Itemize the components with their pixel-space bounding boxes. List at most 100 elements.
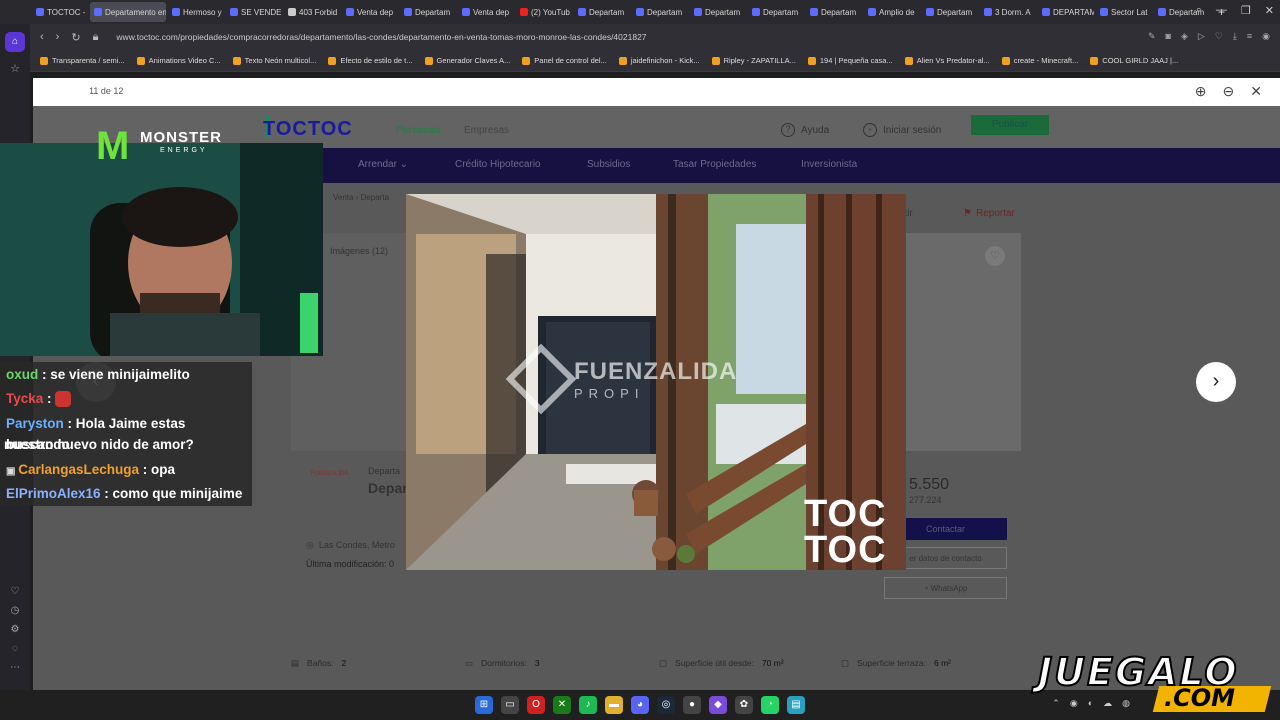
xbox-icon[interactable]: ✕ <box>553 696 571 714</box>
folder-icon[interactable]: ▬ <box>605 696 623 714</box>
browser-tab[interactable]: (2) YouTub <box>516 2 572 22</box>
browser-tab[interactable]: Departam <box>574 2 630 22</box>
shield-icon[interactable]: ◈ <box>1181 31 1188 42</box>
browser-tab[interactable]: Departam <box>632 2 688 22</box>
toctoc-favicon-icon <box>404 8 412 16</box>
browser-tab[interactable]: Departam <box>400 2 456 22</box>
play-icon[interactable]: ▷ <box>1198 31 1205 42</box>
monster-logo: M MONSTER ENERGY <box>96 117 236 175</box>
close-lightbox-icon[interactable]: ✕ <box>1250 83 1262 100</box>
nav-empresas[interactable]: Empresas <box>464 125 509 136</box>
more-icon[interactable]: ⋯ <box>10 662 20 673</box>
toctoc-favicon-icon <box>694 8 702 16</box>
tab-label: 403 Forbid <box>299 7 338 17</box>
bookmark-item[interactable]: Animations Video C... <box>136 56 221 65</box>
edit-icon[interactable]: ✎ <box>1148 31 1156 42</box>
profile-icon[interactable]: ◉ <box>1262 31 1270 42</box>
browser-tab[interactable]: Venta dep <box>458 2 514 22</box>
back-icon[interactable]: ‹ <box>40 31 44 43</box>
browser-tab[interactable]: SE VENDE <box>226 2 282 22</box>
menu-icon[interactable]: ≡ <box>1247 31 1252 42</box>
bookmark-item[interactable]: 194 | Pequeña casa... <box>807 56 893 65</box>
heart-bookmark-icon[interactable]: ♡ <box>1215 31 1223 42</box>
nav-inversionista[interactable]: Inversionista <box>801 159 857 170</box>
bookmark-item[interactable]: Ripley - ZAPATILLA... <box>711 56 796 65</box>
browser-tab[interactable]: DEPARTAM <box>1038 2 1094 22</box>
images-count[interactable]: Imágenes (12) <box>330 246 388 256</box>
publish-button[interactable]: Publicar <box>971 115 1049 135</box>
heart-icon[interactable]: ♡ <box>11 586 20 597</box>
history-icon[interactable]: ◷ <box>11 605 20 616</box>
browser-tab[interactable]: Departam <box>690 2 746 22</box>
browser-tab[interactable]: Departam <box>806 2 862 22</box>
opera-icon[interactable]: O <box>527 696 545 714</box>
nav-arrendar[interactable]: Arrendar ⌄ <box>358 159 408 170</box>
site-logo[interactable]: TOCTOC <box>263 118 353 141</box>
report-link[interactable]: ⚑ Reportar <box>963 208 1015 219</box>
bookmark-item[interactable]: Transparenta / semi... <box>40 56 125 65</box>
spotify-icon[interactable]: ♪ <box>579 696 597 714</box>
steam-icon[interactable]: ◎ <box>657 696 675 714</box>
nav-credito[interactable]: Crédito Hipotecario <box>455 159 541 170</box>
bookmark-label: Texto Neón multicol... <box>244 56 317 65</box>
help-link[interactable]: ? Ayuda <box>781 123 829 137</box>
close-window-button[interactable]: ✕ <box>1265 4 1274 17</box>
bookmark-item[interactable]: COOL GIRLD JAAJ |... <box>1090 56 1178 65</box>
browser-tab[interactable]: 403 Forbid <box>284 2 340 22</box>
bookmark-item[interactable]: Panel de control del... <box>522 56 607 65</box>
search-tabs-icon[interactable]: ⌕ <box>1196 4 1202 17</box>
camera-icon[interactable]: ◙ <box>1166 31 1171 42</box>
forward-icon[interactable]: › <box>56 31 60 43</box>
bookmark-label: create - Minecraft... <box>1013 56 1079 65</box>
bookmark-item[interactable]: Texto Neón multicol... <box>232 56 317 65</box>
maximize-button[interactable]: ❐ <box>1241 4 1251 17</box>
obs-icon[interactable]: ● <box>683 696 701 714</box>
zoom-in-icon[interactable]: ⊕ <box>1195 83 1207 100</box>
bookmark-label: Animations Video C... <box>148 56 221 65</box>
task-view-icon[interactable]: ▭ <box>501 696 519 714</box>
browser-tab[interactable]: Departamento en <box>90 2 166 22</box>
whatsapp-button[interactable]: ◔ WhatsApp <box>884 577 1007 599</box>
browser-tab[interactable]: TOCTOC - <box>32 2 88 22</box>
minimize-button[interactable]: — <box>1216 4 1227 17</box>
breadcrumb[interactable]: Venta › Departa <box>333 193 389 202</box>
chatgpt-icon[interactable]: ✿ <box>735 696 753 714</box>
bookmark-favicon-icon <box>618 56 627 65</box>
next-image-button[interactable]: › <box>1196 362 1236 402</box>
favorite-icon[interactable]: ♡ <box>985 246 1005 266</box>
feature-label: Superficie útil desde: <box>675 658 754 668</box>
window-controls: ⌕ — ❐ ✕ <box>1196 4 1274 17</box>
reload-icon[interactable]: ↻ <box>71 31 80 44</box>
browser-tab[interactable]: 3 Dorm. A <box>980 2 1036 22</box>
browser-tab[interactable]: Venta dep <box>342 2 398 22</box>
whatsapp-icon[interactable]: ◔ <box>761 696 779 714</box>
brand-top: TOC <box>804 493 887 535</box>
windows-start-icon[interactable]: ⊞ <box>475 696 493 714</box>
home-icon[interactable]: ⌂ <box>5 32 25 52</box>
bookmark-item[interactable]: jaidefinichon - Kick... <box>618 56 700 65</box>
browser-tab[interactable]: Departam <box>922 2 978 22</box>
bookmark-item[interactable]: Efecto de estilo de t... <box>328 56 413 65</box>
url-field[interactable]: www.toctoc.com/propiedades/compracorredo… <box>116 32 646 42</box>
browser-tab[interactable]: Departam <box>748 2 804 22</box>
lightbulb-icon[interactable]: ◌ <box>12 643 18 654</box>
browser-tab[interactable]: Amplio de <box>864 2 920 22</box>
nav-subsidios[interactable]: Subsidios <box>587 159 630 170</box>
nav-personas[interactable]: Personas <box>396 125 441 136</box>
bookmark-favicon-icon <box>1001 56 1010 65</box>
bookmark-item[interactable]: Alien Vs Predator-al... <box>904 56 990 65</box>
star-icon[interactable]: ☆ <box>10 62 20 75</box>
login-link[interactable]: ◦ Iniciar sesión <box>863 123 941 137</box>
notes-icon[interactable]: ▤ <box>787 696 805 714</box>
nav-tasar[interactable]: Tasar Propiedades <box>673 159 756 170</box>
bookmark-item[interactable]: create - Minecraft... <box>1001 56 1079 65</box>
browser-tab[interactable]: Hermoso y <box>168 2 224 22</box>
bookmark-item[interactable]: Generador Claves A... <box>424 56 510 65</box>
download-icon[interactable]: ⤓ <box>1233 31 1237 42</box>
discord-icon[interactable]: ◕ <box>631 696 649 714</box>
app-icon[interactable]: ◆ <box>709 696 727 714</box>
settings-icon[interactable]: ⚙ <box>11 624 20 635</box>
tab-label: Hermoso y <box>183 7 222 17</box>
browser-tab[interactable]: Sector Lat <box>1096 2 1152 22</box>
zoom-out-icon[interactable]: ⊖ <box>1223 83 1235 100</box>
